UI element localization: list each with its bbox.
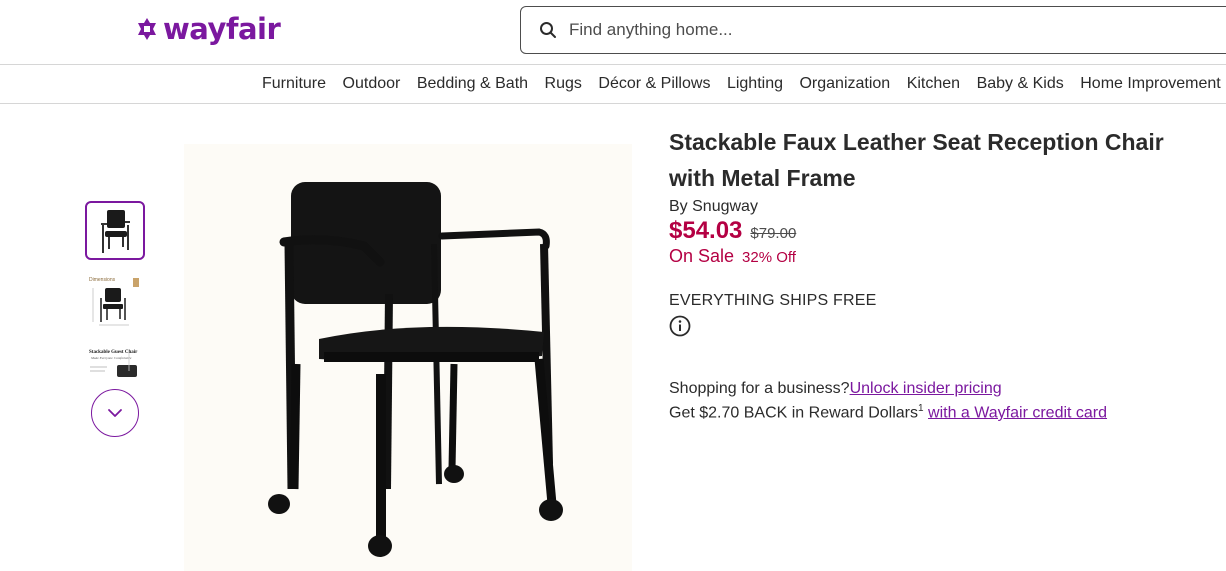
insider-pricing-link[interactable]: Unlock insider pricing [850,380,1002,397]
thumbnail-3-subcaption: Make Everyone Comfortable [90,356,132,360]
search-icon[interactable] [539,21,557,39]
price-row: $54.03 $79.00 [669,217,1209,245]
shipping-text: EVERYTHING SHIPS FREE [669,292,877,309]
wayfair-logo[interactable]: wayfair [135,12,281,46]
thumbnail-2[interactable]: Dimensions [85,270,145,329]
search-input[interactable] [569,20,1169,40]
chair-thumbnail-image [101,209,130,253]
credit-card-link[interactable]: with a Wayfair credit card [928,404,1107,421]
category-nav: Furniture Outdoor Bedding & Bath Rugs Dé… [0,66,1226,104]
sale-row: On Sale 32% Off [669,246,1209,267]
brand-prefix: By [669,198,693,215]
thumbnail-3-caption: Stackable Guest Chair [89,350,138,355]
thumbnail-1[interactable] [85,201,145,260]
wayfair-logo-icon [135,17,159,41]
site-header: wayfair [0,0,1226,65]
nav-item-bedding-bath[interactable]: Bedding & Bath [417,75,528,93]
brand-link[interactable]: Snugway [692,198,758,215]
chair-dimensions-thumbnail-image: Dimensions [89,277,139,325]
wayfair-logo-text: wayfair [163,12,281,46]
product-info: Stackable Faux Leather Seat Reception Ch… [669,124,1209,422]
nav-item-organization[interactable]: Organization [799,75,890,93]
product-brand: By Snugway [669,198,1209,216]
nav-item-lighting[interactable]: Lighting [727,75,783,93]
reward-text: Get $2.70 BACK in Reward Dollars [669,404,918,422]
reward-footnote: 1 [918,403,924,414]
chevron-down-icon [108,409,122,417]
discount-label: 32% Off [742,249,796,266]
nav-item-rugs[interactable]: Rugs [545,75,582,93]
search-bar[interactable] [520,6,1226,54]
nav-item-baby-kids[interactable]: Baby & Kids [977,75,1064,93]
business-row: Shopping for a business?Unlock insider p… [669,380,1209,398]
business-text: Shopping for a business? [669,380,850,397]
thumbnails-next-button[interactable] [91,389,139,437]
product-title: Stackable Faux Leather Seat Reception Ch… [669,129,1164,191]
product-main-image[interactable] [184,144,632,571]
nav-item-furniture[interactable]: Furniture [262,75,326,93]
nav-item-home-improvement[interactable]: Home Improvement [1080,75,1221,93]
info-icon[interactable] [669,315,691,337]
sale-price: $54.03 [669,217,743,244]
sale-label: On Sale [669,246,735,266]
thumbnail-2-caption: Dimensions [89,277,116,283]
nav-item-kitchen[interactable]: Kitchen [907,75,960,93]
reward-row: Get $2.70 BACK in Reward Dollars1 with a… [669,403,1209,422]
chair-image [268,182,563,557]
nav-item-outdoor[interactable]: Outdoor [343,75,401,93]
nav-item-decor-pillows[interactable]: Décor & Pillows [598,75,710,93]
thumbnail-list: Dimensions Stackable Guest Chair Make Ev… [85,201,145,408]
was-price: $79.00 [750,225,797,242]
